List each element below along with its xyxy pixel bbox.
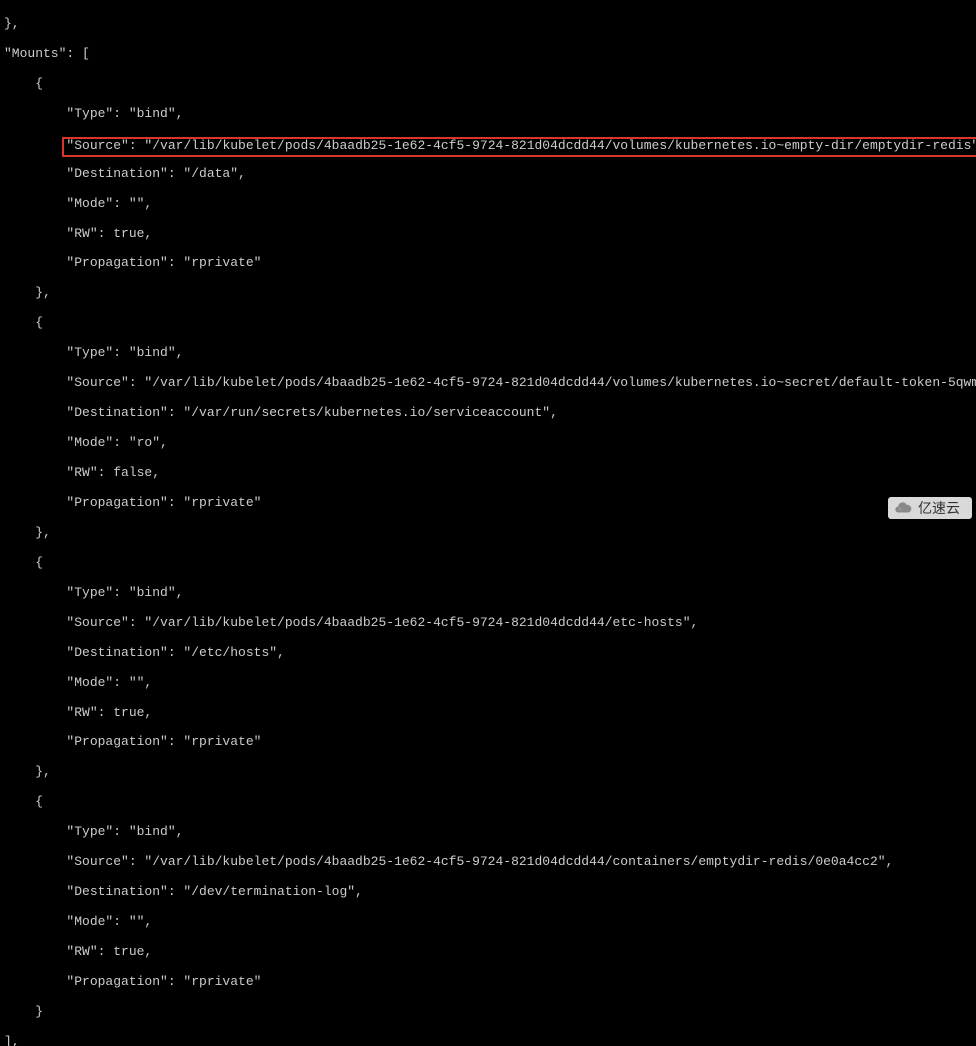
code-line: ],: [4, 1035, 976, 1046]
code-line: "Destination": "/data",: [4, 167, 976, 182]
code-line: "RW": true,: [4, 227, 976, 242]
code-line: "Type": "bind",: [4, 346, 976, 361]
code-line: "Type": "bind",: [4, 586, 976, 601]
code-line: {: [4, 795, 976, 810]
watermark-badge: 亿速云: [888, 497, 972, 519]
code-line: "Propagation": "rprivate": [4, 735, 976, 750]
code-line: "Mode": "",: [4, 676, 976, 691]
cloud-icon: [894, 499, 912, 517]
code-line: "Source": "/var/lib/kubelet/pods/4baadb2…: [4, 616, 976, 631]
code-line: "RW": true,: [4, 706, 976, 721]
highlighted-source: "Source": "/var/lib/kubelet/pods/4baadb2…: [62, 137, 976, 157]
code-line: "Destination": "/etc/hosts",: [4, 646, 976, 661]
code-line: "Type": "bind",: [4, 107, 976, 122]
watermark-text: 亿速云: [918, 500, 960, 516]
json-output: }, "Mounts": [ { "Type": "bind", "Source…: [4, 2, 976, 1046]
code-line: {: [4, 316, 976, 331]
code-line: },: [4, 286, 976, 301]
code-line: "Mounts": [: [4, 47, 976, 62]
indent: [4, 138, 66, 153]
code-line-highlighted: "Source": "/var/lib/kubelet/pods/4baadb2…: [4, 137, 976, 152]
code-line: },: [4, 765, 976, 780]
code-line: "RW": false,: [4, 466, 976, 481]
code-line: {: [4, 77, 976, 92]
code-line: },: [4, 526, 976, 541]
code-line: {: [4, 556, 976, 571]
code-line: "Propagation": "rprivate": [4, 975, 976, 990]
code-line: "Propagation": "rprivate": [4, 256, 976, 271]
code-line: "Propagation": "rprivate": [4, 496, 976, 511]
code-line: "Destination": "/dev/termination-log",: [4, 885, 976, 900]
code-line: "Source": "/var/lib/kubelet/pods/4baadb2…: [4, 855, 976, 870]
code-line: "Mode": "",: [4, 915, 976, 930]
code-line: }: [4, 1005, 976, 1020]
code-line: "Mode": "",: [4, 197, 976, 212]
code-line: "Destination": "/var/run/secrets/kuberne…: [4, 406, 976, 421]
code-line: },: [4, 17, 976, 32]
code-line: "Source": "/var/lib/kubelet/pods/4baadb2…: [4, 376, 976, 391]
code-line: "RW": true,: [4, 945, 976, 960]
code-line: "Mode": "ro",: [4, 436, 976, 451]
code-line: "Type": "bind",: [4, 825, 976, 840]
